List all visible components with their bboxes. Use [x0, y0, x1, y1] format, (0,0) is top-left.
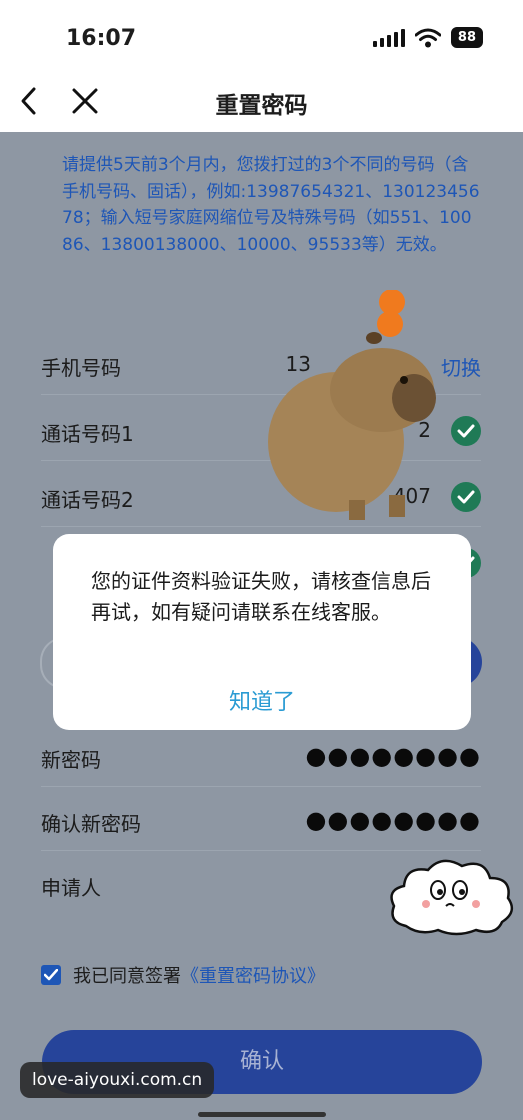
battery-icon: 88 — [450, 27, 483, 48]
call1-label: 通话号码1 — [41, 422, 134, 446]
nav-bar: 重置密码 — [0, 70, 523, 132]
status-time: 16:07 — [66, 26, 137, 51]
agreement-text: 我已同意签署 — [73, 966, 181, 987]
home-indicator — [198, 1112, 326, 1117]
alert-dialog: 您的证件资料验证失败，请核查信息后再试，如有疑问请联系在线客服。 知道了 — [53, 534, 471, 730]
phone-label: 手机号码 — [41, 356, 121, 380]
cloud-sticker — [390, 859, 514, 936]
call2-label: 通话号码2 — [41, 488, 134, 512]
agreement-row: 我已同意签署《重置密码协议》 — [41, 962, 325, 988]
agreement-checkbox[interactable] — [41, 965, 61, 985]
check-icon — [451, 416, 481, 446]
dialog-message: 您的证件资料验证失败，请核查信息后再试，如有疑问请联系在线客服。 — [91, 569, 431, 624]
confirm-password-label: 确认新密码 — [41, 812, 141, 836]
confirm-password-field[interactable]: ●●●●●●●● — [305, 806, 481, 834]
page-title: 重置密码 — [215, 93, 308, 119]
wifi-icon — [414, 28, 441, 47]
dialog-ok-button[interactable]: 知道了 — [53, 684, 471, 716]
check-icon — [451, 482, 481, 512]
new-password-row[interactable]: 新密码 ●●●●●●●● — [41, 726, 481, 787]
new-password-label: 新密码 — [41, 748, 101, 772]
confirm-password-row[interactable]: 确认新密码 ●●●●●●●● — [41, 790, 481, 851]
status-bar: 16:07 88 — [0, 0, 523, 70]
signal-icon — [372, 28, 405, 47]
capybara-sticker — [268, 290, 436, 520]
applicant-label: 申请人 — [41, 876, 101, 900]
switch-link[interactable]: 切换 — [441, 352, 481, 381]
notice-text: 请提供5天前3个月内，您拨打过的3个不同的号码（含手机号码、固话），例如:139… — [62, 155, 480, 255]
status-icons: 88 — [372, 27, 483, 48]
agreement-link[interactable]: 《重置密码协议》 — [181, 966, 325, 987]
new-password-field[interactable]: ●●●●●●●● — [305, 742, 481, 770]
watermark: love-aiyouxi.com.cn — [20, 1062, 215, 1098]
